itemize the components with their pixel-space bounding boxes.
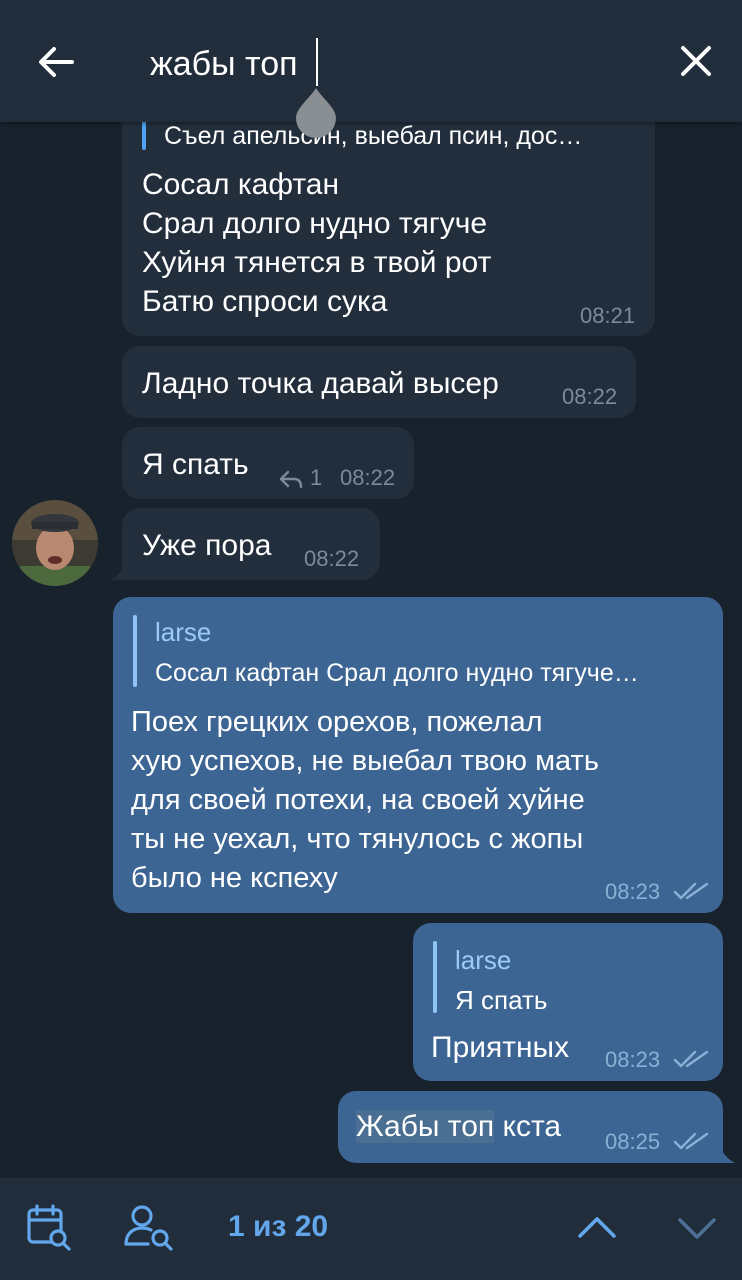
user-search-icon — [124, 1205, 173, 1251]
message-time: 08:23 — [605, 1047, 661, 1072]
chevron-up-icon — [578, 1217, 616, 1238]
message-text: Я спать — [142, 448, 249, 481]
message-text: Жабы топ кста — [356, 1107, 561, 1146]
message-time: 08:25 — [605, 1129, 661, 1154]
reply-preview-text: Съел апельсин, выебал псин, дос… — [164, 122, 583, 150]
search-header: жабы топ — [0, 0, 742, 122]
reply-bar — [142, 120, 146, 150]
reply-preview-text: Сосал кафтан Срал долго нудно тягуче… — [155, 659, 639, 687]
message-line: Сосал кафтан — [142, 168, 340, 201]
reply-preview-text: Я спать — [455, 985, 548, 1015]
message-line: Срал долго нудно тягуче — [142, 207, 488, 240]
message-time: 08:22 — [340, 465, 396, 490]
reply-author: larse — [155, 617, 212, 647]
chevron-down-icon — [678, 1218, 716, 1239]
next-result-button[interactable] — [674, 1212, 720, 1246]
reply-bar — [433, 941, 437, 1013]
reply-bar — [133, 615, 137, 687]
message-bubble-incoming[interactable]: Уже пора 08:22 — [122, 508, 380, 580]
message-bubble-incoming[interactable]: Ладно точка давай высер 08:22 — [122, 346, 636, 418]
double-check-icon — [673, 1132, 709, 1150]
double-check-icon — [673, 1050, 709, 1068]
search-navigation-bar: 1 из 20 — [0, 1178, 742, 1280]
message-bubble-outgoing[interactable]: larse Сосал кафтан Срал долго нудно тягу… — [113, 597, 723, 913]
back-arrow-icon — [39, 47, 74, 77]
reply-author: larse — [455, 945, 512, 975]
bubble-tail — [719, 1145, 735, 1163]
message-text: Ладно точка давай высер — [142, 367, 499, 400]
close-icon — [681, 46, 711, 76]
message-line: Хуйня тянется в твой рот — [142, 246, 492, 279]
message-time: 08:22 — [304, 546, 360, 571]
search-input[interactable]: жабы топ — [150, 42, 298, 86]
message-text-rest: кста — [494, 1110, 562, 1143]
message-bubble-incoming[interactable]: Я спать 1 08:22 — [122, 427, 414, 499]
text-cursor — [316, 38, 318, 86]
search-by-user-button[interactable] — [122, 1202, 176, 1252]
message-line: Батю спроси сука — [142, 285, 388, 318]
message-line: ты не уехал, что тянулось с жопы — [131, 823, 584, 855]
search-by-date-button[interactable] — [24, 1202, 74, 1252]
reply-count: 1 — [310, 465, 323, 490]
back-button[interactable] — [30, 40, 86, 84]
search-match-highlight: Жабы топ — [356, 1110, 495, 1143]
avatar[interactable] — [12, 500, 98, 586]
message-line: для своей потехи, на своей хуйне — [131, 784, 585, 816]
message-bubble-incoming[interactable]: Съел апельсин, выебал псин, дос… Сосал к… — [122, 100, 655, 336]
message-line: было не кспеху — [131, 862, 338, 894]
reply-arrow-icon — [279, 470, 303, 489]
bubble-tail — [110, 562, 126, 580]
message-time: 08:22 — [562, 384, 618, 409]
message-time: 08:21 — [580, 303, 636, 328]
message-line: хую успехов, не выебал твою мать — [131, 745, 599, 777]
message-bubble-outgoing[interactable]: Жабы топ кста 08:25 — [338, 1091, 723, 1163]
search-result-counter: 1 из 20 — [228, 1210, 329, 1243]
calendar-search-icon — [27, 1204, 71, 1251]
message-line: Поех грецких орехов, пожелал — [131, 706, 543, 738]
cursor-handle-icon[interactable] — [294, 86, 338, 138]
message-time: 08:23 — [605, 879, 661, 904]
message-text: Уже пора — [142, 529, 272, 562]
double-check-icon — [673, 882, 709, 900]
close-button[interactable] — [672, 40, 720, 84]
message-bubble-outgoing[interactable]: larse Я спать Приятных 08:23 — [413, 923, 723, 1081]
message-text: Приятных — [431, 1031, 570, 1064]
previous-result-button[interactable] — [574, 1210, 620, 1244]
